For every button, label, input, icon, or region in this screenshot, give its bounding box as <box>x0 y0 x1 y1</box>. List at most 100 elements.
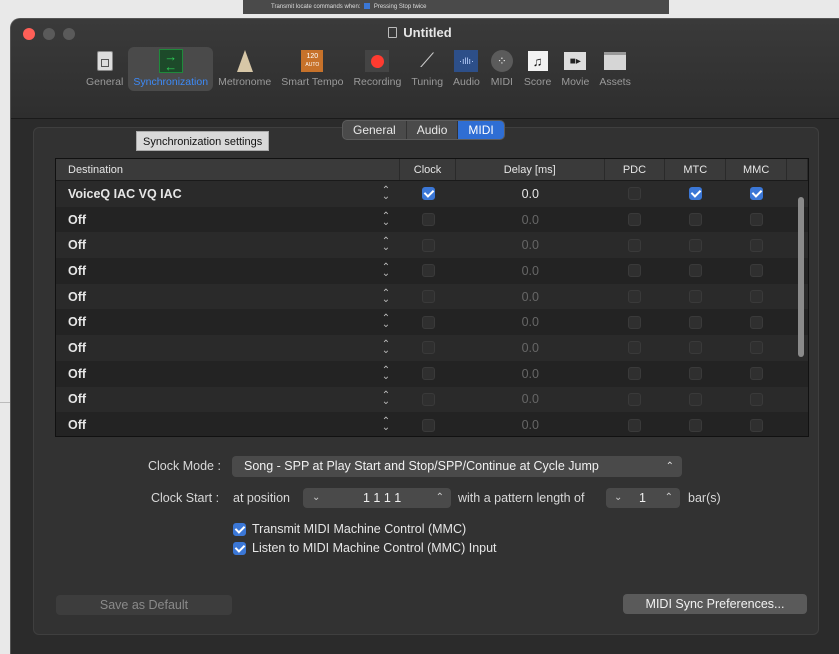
toolbar-tab-score[interactable]: ♫ Score <box>519 47 556 91</box>
mtc-checkbox[interactable] <box>689 341 703 355</box>
clock-checkbox[interactable] <box>421 315 435 329</box>
destination-popup[interactable]: Off ⌃ ⌄ <box>56 284 400 310</box>
mtc-checkbox[interactable] <box>689 367 703 381</box>
position-field[interactable]: ⌄ 1 1 1 1 ⌃ <box>303 488 451 508</box>
destination-popup[interactable]: Off ⌃ ⌄ <box>56 207 400 233</box>
mtc-checkbox[interactable] <box>689 315 703 329</box>
delay-field[interactable]: 0.0 <box>456 181 605 207</box>
delay-field[interactable]: 0.0 <box>456 258 605 284</box>
toolbar-tab-general[interactable]: General <box>81 47 128 91</box>
position-increment-icon[interactable]: ⌃ <box>436 488 444 508</box>
midi-sync-preferences-button[interactable]: MIDI Sync Preferences... <box>623 594 807 614</box>
table-scrollbar[interactable] <box>798 197 804 357</box>
pdc-checkbox[interactable] <box>628 264 642 278</box>
tempo-badge-mode: AUTO <box>305 62 320 68</box>
mmc-checkbox[interactable] <box>750 213 764 227</box>
delay-field[interactable]: 0.0 <box>456 309 605 335</box>
tab-audio[interactable]: Audio <box>407 121 459 139</box>
clock-checkbox[interactable] <box>421 418 435 432</box>
mtc-checkbox[interactable] <box>689 392 703 406</box>
pdc-checkbox[interactable] <box>628 187 642 201</box>
mmc-checkbox[interactable] <box>750 367 764 381</box>
destination-popup[interactable]: Off ⌃ ⌄ <box>56 412 400 436</box>
pdc-checkbox[interactable] <box>628 213 642 227</box>
delay-field[interactable]: 0.0 <box>456 335 605 361</box>
pdc-checkbox[interactable] <box>628 418 642 432</box>
delay-field[interactable]: 0.0 <box>456 284 605 310</box>
position-decrement-icon[interactable]: ⌄ <box>312 488 320 508</box>
toolbar-tab-synchronization[interactable]: → ← Synchronization <box>128 47 214 91</box>
pattern-increment-icon[interactable]: ⌃ <box>665 488 673 508</box>
destination-popup[interactable]: VoiceQ IAC VQ IAC ⌃ ⌄ <box>56 181 400 207</box>
clock-checkbox[interactable] <box>421 392 435 406</box>
pdc-checkbox[interactable] <box>628 392 642 406</box>
clock-checkbox[interactable] <box>421 264 435 278</box>
mmc-checkbox[interactable] <box>750 238 764 252</box>
mmc-checkbox[interactable] <box>750 290 764 304</box>
transmit-mmc-checkbox[interactable] <box>233 522 246 536</box>
toolbar-tab-movie[interactable]: ■▸ Movie <box>556 47 594 91</box>
clock-checkbox[interactable] <box>421 238 435 252</box>
toolbar-tab-audio[interactable]: ·ıllı· Audio <box>448 47 485 91</box>
destination-popup[interactable]: Off ⌃ ⌄ <box>56 232 400 258</box>
destination-popup[interactable]: Off ⌃ ⌄ <box>56 387 400 413</box>
clock-checkbox[interactable] <box>421 290 435 304</box>
pdc-checkbox[interactable] <box>628 290 642 304</box>
mmc-checkbox[interactable] <box>750 264 764 278</box>
toolbar-tab-smart-tempo[interactable]: 120 AUTO Smart Tempo <box>276 47 348 91</box>
destination-popup[interactable]: Off ⌃ ⌄ <box>56 309 400 335</box>
toolbar-tab-metronome[interactable]: Metronome <box>213 47 276 91</box>
delay-field[interactable]: 0.0 <box>456 207 605 233</box>
header-delay[interactable]: Delay [ms] <box>456 159 605 180</box>
toolbar-tab-assets[interactable]: Assets <box>594 47 636 91</box>
header-destination[interactable]: Destination <box>56 159 401 180</box>
clock-mode-popup[interactable]: Song - SPP at Play Start and Stop/SPP/Co… <box>232 456 682 477</box>
toolbar-tab-tuning[interactable]: ⟋ Tuning <box>406 47 448 91</box>
mmc-checkbox[interactable] <box>750 187 764 201</box>
mtc-checkbox[interactable] <box>689 213 703 227</box>
clock-cell <box>400 335 456 361</box>
audio-waveform-icon-wrapper: ·ıllı· <box>454 49 479 73</box>
mtc-checkbox[interactable] <box>689 238 703 252</box>
destination-popup[interactable]: Off ⌃ ⌄ <box>56 335 400 361</box>
mtc-checkbox[interactable] <box>689 264 703 278</box>
toolbar-tab-midi[interactable]: ⁘ MIDI <box>485 47 519 91</box>
destination-popup[interactable]: Off ⌃ ⌄ <box>56 258 400 284</box>
header-mmc[interactable]: MMC <box>726 159 788 180</box>
delay-field[interactable]: 0.0 <box>456 232 605 258</box>
header-clock[interactable]: Clock <box>400 159 456 180</box>
header-pdc[interactable]: PDC <box>605 159 666 180</box>
pdc-checkbox[interactable] <box>628 315 642 329</box>
toolbar-tab-label: Synchronization <box>133 76 209 88</box>
delay-field[interactable]: 0.0 <box>456 412 605 436</box>
clock-checkbox[interactable] <box>421 213 435 227</box>
listen-mmc-option[interactable]: Listen to MIDI Machine Control (MMC) Inp… <box>233 541 497 555</box>
mmc-checkbox[interactable] <box>750 418 764 432</box>
mmc-checkbox[interactable] <box>750 341 764 355</box>
delay-field[interactable]: 0.0 <box>456 387 605 413</box>
pdc-cell <box>605 181 666 207</box>
destination-popup[interactable]: Off ⌃ ⌄ <box>56 361 400 387</box>
pattern-decrement-icon[interactable]: ⌄ <box>614 488 622 508</box>
mtc-checkbox[interactable] <box>689 187 703 201</box>
transmit-mmc-option[interactable]: Transmit MIDI Machine Control (MMC) <box>233 522 466 536</box>
mtc-checkbox[interactable] <box>689 290 703 304</box>
mmc-checkbox[interactable] <box>750 392 764 406</box>
pattern-length-field[interactable]: ⌄ 1 ⌃ <box>606 488 680 508</box>
listen-mmc-checkbox[interactable] <box>233 541 246 555</box>
tab-midi[interactable]: MIDI <box>458 121 504 139</box>
mmc-checkbox[interactable] <box>750 315 764 329</box>
save-as-default-button[interactable]: Save as Default <box>56 595 232 615</box>
delay-field[interactable]: 0.0 <box>456 361 605 387</box>
clock-checkbox[interactable] <box>421 187 435 201</box>
toolbar-tab-recording[interactable]: Recording <box>348 47 406 91</box>
tab-general[interactable]: General <box>343 121 407 139</box>
pdc-checkbox[interactable] <box>628 367 642 381</box>
header-mtc[interactable]: MTC <box>665 159 727 180</box>
mtc-cell <box>665 412 726 436</box>
mtc-checkbox[interactable] <box>689 418 703 432</box>
pdc-checkbox[interactable] <box>628 238 642 252</box>
clock-checkbox[interactable] <box>421 367 435 381</box>
pdc-checkbox[interactable] <box>628 341 642 355</box>
clock-checkbox[interactable] <box>421 341 435 355</box>
